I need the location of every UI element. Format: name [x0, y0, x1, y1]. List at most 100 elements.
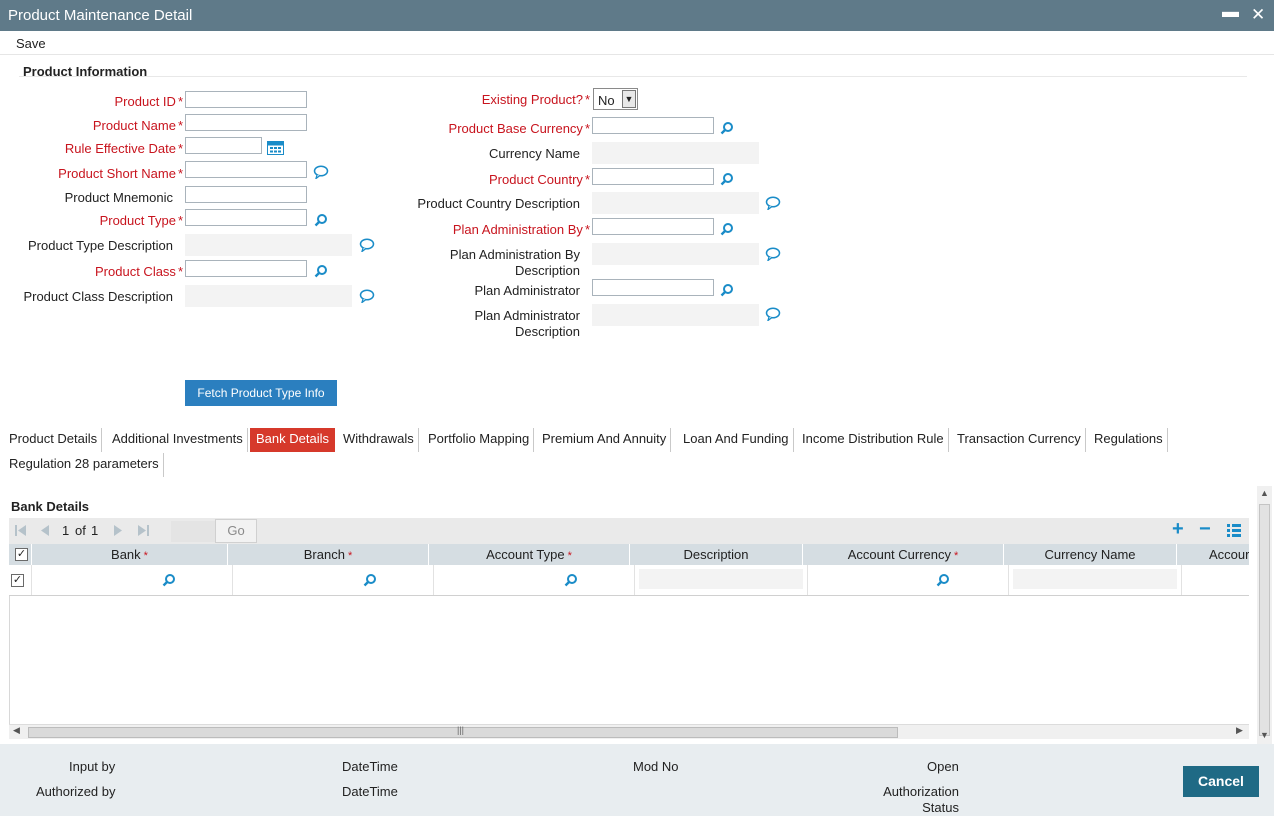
tab-premium-and-annuity[interactable]: Premium And Annuity [538, 428, 672, 452]
menu-bar: Save [0, 31, 1274, 55]
product-name-input[interactable] [185, 114, 307, 131]
tab-product-details[interactable]: Product Details [5, 428, 103, 452]
product-type-search-icon[interactable] [314, 213, 328, 227]
column-header-account-type[interactable]: Account Type * [429, 544, 630, 565]
list-view-icon[interactable] [1227, 524, 1241, 537]
account-currency-search-icon[interactable] [936, 573, 950, 587]
product-country-input[interactable] [592, 168, 714, 185]
currency-name-cell [1009, 565, 1182, 595]
product-base-currency-input[interactable] [592, 117, 714, 134]
tab-loan-and-funding[interactable]: Loan And Funding [679, 428, 794, 452]
product-type-label: Product Type * [99, 213, 183, 228]
scroll-right-arrow-icon[interactable]: ▶ [1236, 725, 1243, 736]
column-header-bank[interactable]: Bank * [32, 544, 228, 565]
window-title: Product Maintenance Detail [8, 7, 193, 24]
product-country-description-speech-bubble-icon[interactable] [765, 196, 781, 210]
vertical-scrollbar[interactable]: ▲ ▼ [1257, 486, 1272, 744]
column-header-account-currency[interactable]: Account Currency * [803, 544, 1004, 565]
scroll-down-arrow-icon[interactable]: ▼ [1260, 730, 1269, 740]
product-base-currency-search-icon[interactable] [720, 121, 734, 135]
horizontal-scrollbar-thumb[interactable]: ||| [28, 725, 898, 738]
existing-product-select[interactable]: No ▼ [593, 88, 638, 110]
close-icon[interactable]: ✕ [1251, 5, 1265, 25]
product-type-description-speech-bubble-icon[interactable] [359, 238, 375, 252]
plan-administrator-description-label: Plan Administrator Description [474, 308, 581, 339]
horizontal-scrollbar[interactable]: ◀ ||| ▶ [9, 724, 1249, 739]
grid-body-empty-area [9, 596, 1249, 724]
product-short-name-input[interactable] [185, 161, 307, 178]
last-page-icon[interactable] [137, 524, 149, 537]
column-header-account-truncated[interactable]: Accour [1177, 544, 1249, 565]
plan-administration-by-search-icon[interactable] [720, 222, 734, 236]
column-header-currency-name[interactable]: Currency Name [1004, 544, 1177, 565]
save-button[interactable]: Save [16, 36, 46, 51]
chevron-down-icon[interactable]: ▼ [622, 90, 636, 108]
product-type-description-field [185, 234, 352, 256]
plan-administrator-description-speech-bubble-icon[interactable] [765, 307, 781, 321]
plan-administration-by-input[interactable] [592, 218, 714, 235]
fetch-product-type-info-button[interactable]: Fetch Product Type Info [185, 380, 337, 406]
branch-cell[interactable] [233, 565, 434, 595]
existing-product-select-value: No [598, 93, 615, 108]
tab-regulation-28-parameters[interactable]: Regulation 28 parameters [5, 453, 164, 477]
product-country-label: Product Country * [489, 172, 590, 187]
row-checkbox[interactable]: ✓ [11, 574, 24, 587]
plan-administration-by-description-speech-bubble-icon[interactable] [765, 247, 781, 261]
product-class-description-speech-bubble-icon[interactable] [359, 289, 375, 303]
minimize-icon[interactable]: ▬ [1222, 2, 1239, 22]
account-currency-cell[interactable] [808, 565, 1009, 595]
audit-footer: Input by Authorized by DateTime DateTime… [0, 744, 1274, 816]
grid-toolbar: 1 of 1 Go + − [9, 518, 1249, 544]
product-short-name-speech-bubble-icon[interactable] [313, 165, 329, 179]
column-header-description[interactable]: Description [630, 544, 803, 565]
vertical-scrollbar-thumb[interactable] [1259, 504, 1270, 736]
description-readonly-field [639, 569, 803, 589]
next-page-icon[interactable] [113, 524, 123, 537]
bank-cell[interactable] [32, 565, 233, 595]
pager-of-label: of [75, 523, 86, 538]
rule-effective-date-input[interactable] [185, 137, 262, 154]
product-class-description-label: Product Class Description [23, 289, 173, 304]
product-country-search-icon[interactable] [720, 172, 734, 186]
account-type-cell[interactable] [434, 565, 635, 595]
tab-additional-investments[interactable]: Additional Investments [108, 428, 248, 452]
product-id-input[interactable] [185, 91, 307, 108]
product-type-input[interactable] [185, 209, 307, 226]
tab-transaction-currency[interactable]: Transaction Currency [953, 428, 1086, 452]
product-class-search-icon[interactable] [314, 264, 328, 278]
remove-row-icon[interactable]: − [1199, 518, 1211, 541]
product-type-description-label: Product Type Description [28, 238, 173, 253]
account-type-search-icon[interactable] [564, 573, 578, 587]
branch-search-icon[interactable] [363, 573, 377, 587]
plan-administrator-description-field [592, 304, 759, 326]
account-truncated-cell[interactable] [1182, 565, 1249, 595]
plan-administrator-input[interactable] [592, 279, 714, 296]
rule-effective-date-label: Rule Effective Date * [64, 141, 183, 156]
tab-regulations[interactable]: Regulations [1090, 428, 1168, 452]
mod-no-label: Mod No [633, 759, 679, 774]
pager-page-input[interactable] [171, 521, 215, 542]
tab-income-distribution-rule[interactable]: Income Distribution Rule [798, 428, 949, 452]
product-mnemonic-input[interactable] [185, 186, 307, 203]
tab-bank-details[interactable]: Bank Details [250, 428, 335, 452]
bank-details-title: Bank Details [11, 499, 90, 514]
previous-page-icon[interactable] [40, 524, 50, 537]
plan-administrator-search-icon[interactable] [720, 283, 734, 297]
scroll-left-arrow-icon[interactable]: ◀ [13, 725, 20, 736]
plan-administration-by-label: Plan Administration By * [452, 222, 590, 237]
currency-name-field [592, 142, 759, 164]
add-row-icon[interactable]: + [1172, 518, 1184, 541]
input-datetime-label: DateTime [342, 759, 398, 774]
product-class-input[interactable] [185, 260, 307, 277]
go-button[interactable]: Go [215, 519, 257, 543]
select-all-checkbox[interactable]: ✓ [15, 548, 28, 561]
calendar-icon[interactable] [267, 140, 284, 155]
tab-withdrawals[interactable]: Withdrawals [339, 428, 419, 452]
authorized-datetime-label: DateTime [342, 784, 398, 799]
column-header-branch[interactable]: Branch * [228, 544, 429, 565]
scroll-up-arrow-icon[interactable]: ▲ [1260, 488, 1269, 498]
tab-portfolio-mapping[interactable]: Portfolio Mapping [424, 428, 535, 452]
cancel-button[interactable]: Cancel [1183, 766, 1259, 797]
bank-search-icon[interactable] [162, 573, 176, 587]
first-page-icon[interactable] [15, 524, 27, 537]
